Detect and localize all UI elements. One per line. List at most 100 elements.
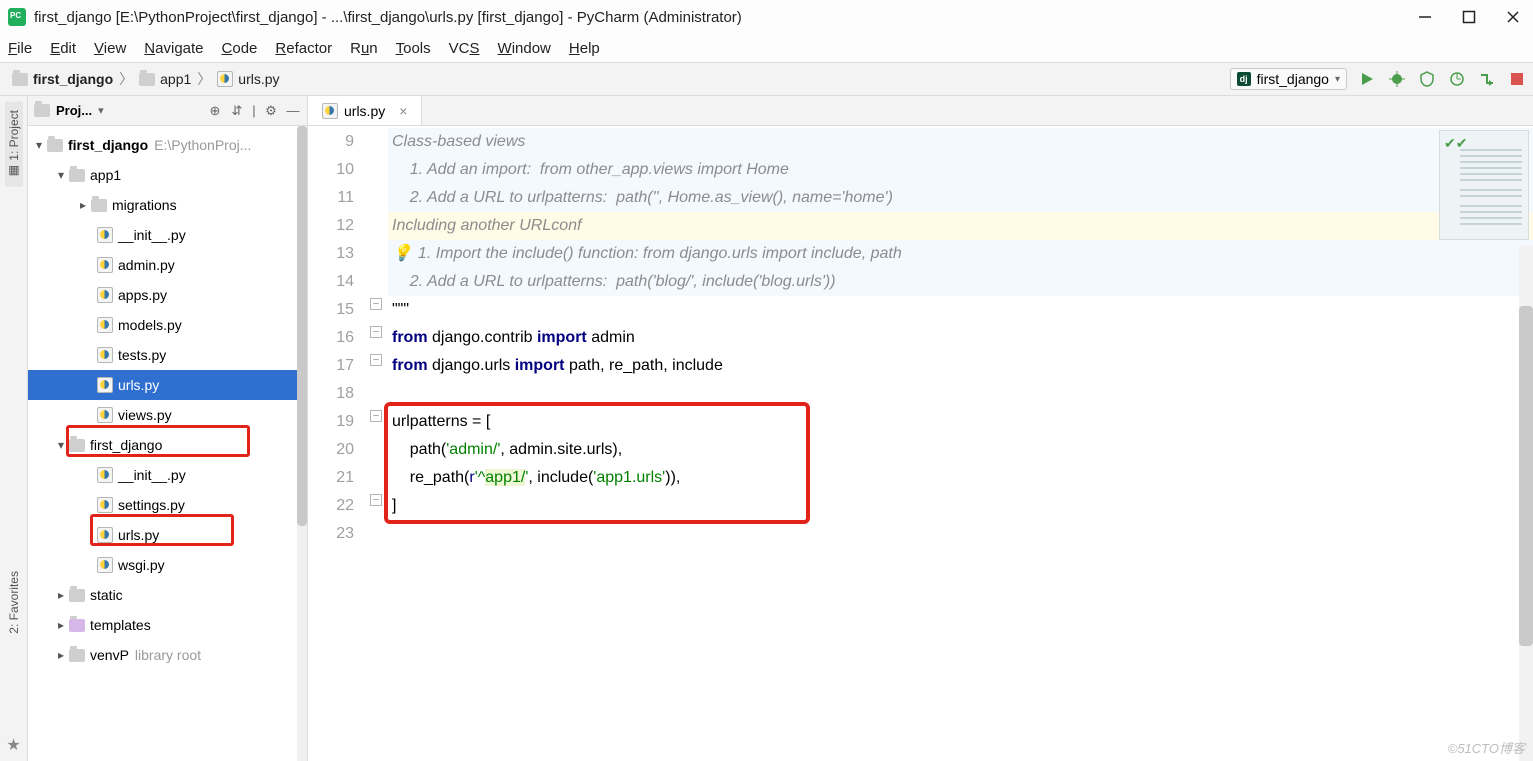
fold-icon[interactable]: – [370, 410, 382, 422]
menu-window[interactable]: Window [498, 40, 551, 57]
tree-static[interactable]: ▸static [28, 580, 307, 610]
pycharm-icon [8, 8, 26, 26]
attach-button[interactable] [1477, 69, 1497, 89]
tree-root[interactable]: ▾first_djangoE:\PythonProj... [28, 130, 307, 160]
chevron-down-icon[interactable]: ▾ [98, 104, 104, 117]
rail-favorites[interactable]: 2: Favorites [5, 563, 23, 642]
run-button[interactable] [1357, 69, 1377, 89]
menu-code[interactable]: Code [222, 40, 258, 57]
folder-icon [69, 589, 85, 602]
code-line [388, 380, 1533, 408]
fold-icon[interactable]: – [370, 354, 382, 366]
debug-button[interactable] [1387, 69, 1407, 89]
crumb-app1[interactable]: app1 [139, 71, 191, 87]
maximize-button[interactable] [1461, 9, 1477, 25]
project-rail-icon: ▦ [7, 165, 21, 179]
tree-file[interactable]: tests.py [28, 340, 307, 370]
folder-icon [69, 649, 85, 662]
code-line: Including another URLconf [388, 212, 1533, 240]
menu-navigate[interactable]: Navigate [144, 40, 203, 57]
bulb-icon[interactable]: 💡 [392, 245, 412, 262]
expand-icon[interactable]: ⇵ [229, 103, 245, 119]
tree-file[interactable]: views.py [28, 400, 307, 430]
tree-file[interactable]: admin.py [28, 250, 307, 280]
menu-tools[interactable]: Tools [396, 40, 431, 57]
fold-column: – – – – – [368, 126, 388, 761]
stop-button[interactable] [1507, 69, 1527, 89]
tree-templates[interactable]: ▸templates [28, 610, 307, 640]
folder-icon [47, 139, 63, 152]
folder-icon [12, 73, 28, 86]
crumb-file[interactable]: urls.py [217, 71, 279, 87]
project-header: Proj... ▾ ⊕ ⇵ | ⚙ — [28, 96, 307, 126]
folder-icon [139, 73, 155, 86]
chevron-right-icon: 〉 [117, 69, 135, 89]
tree-file[interactable]: models.py [28, 310, 307, 340]
scroll-thumb[interactable] [1519, 306, 1533, 646]
python-file-icon [97, 497, 113, 513]
fold-icon[interactable]: – [370, 298, 382, 310]
menu-edit[interactable]: Edit [50, 40, 76, 57]
tree-venv[interactable]: ▸venvPlibrary root [28, 640, 307, 670]
python-file-icon [97, 317, 113, 333]
menu-help[interactable]: Help [569, 40, 600, 57]
tree-file[interactable]: wsgi.py [28, 550, 307, 580]
fold-icon[interactable]: – [370, 326, 382, 338]
python-file-icon [97, 527, 113, 543]
code-line: 💡1. Import the include() function: from … [388, 240, 1533, 268]
menu-file[interactable]: File [8, 40, 32, 57]
profile-button[interactable] [1447, 69, 1467, 89]
menu-view[interactable]: View [94, 40, 126, 57]
folder-icon [91, 199, 107, 212]
gear-icon[interactable]: ⚙ [263, 103, 279, 119]
folder-icon [69, 169, 85, 182]
minimize-button[interactable] [1417, 9, 1433, 25]
folder-icon [69, 439, 85, 452]
code-line: Class-based views [388, 128, 1533, 156]
navigation-bar: first_django 〉 app1 〉 urls.py dj first_d… [0, 62, 1533, 96]
python-file-icon [97, 287, 113, 303]
minimap[interactable]: ✔✔ [1439, 130, 1529, 240]
coverage-button[interactable] [1417, 69, 1437, 89]
code-body[interactable]: Class-based views 1. Add an import: from… [388, 126, 1533, 761]
collapse-icon[interactable]: — [285, 103, 301, 119]
locate-icon[interactable]: ⊕ [207, 103, 223, 119]
tree-file[interactable]: __init__.py [28, 220, 307, 250]
code-line: path('admin/', admin.site.urls), [388, 436, 1533, 464]
code-line: ] [388, 492, 1533, 520]
tree-file[interactable]: settings.py [28, 490, 307, 520]
project-tool-window: Proj... ▾ ⊕ ⇵ | ⚙ — ▾first_djangoE:\Pyth… [28, 96, 308, 761]
project-title: Proj... [56, 103, 92, 118]
tree-migrations[interactable]: ▸migrations [28, 190, 307, 220]
editor-tabs: urls.py × [308, 96, 1533, 126]
fold-icon[interactable]: – [370, 494, 382, 506]
rail-label: 2: Favorites [7, 571, 21, 634]
tree-file[interactable]: apps.py [28, 280, 307, 310]
rail-project[interactable]: ▦ 1: Project [5, 102, 23, 187]
tree-first-django[interactable]: ▾first_django [28, 430, 307, 460]
close-tab-icon[interactable]: × [399, 103, 407, 119]
tree-file-selected[interactable]: urls.py [28, 370, 307, 400]
code-line: 2. Add a URL to urlpatterns: path('', Ho… [388, 184, 1533, 212]
tree-file[interactable]: __init__.py [28, 460, 307, 490]
menu-refactor[interactable]: Refactor [275, 40, 332, 57]
python-file-icon [97, 407, 113, 423]
code-editor[interactable]: 91011 121314 151617 181920 212223 – – – … [308, 126, 1533, 761]
run-config-selector[interactable]: dj first_django ▾ [1230, 68, 1347, 90]
close-button[interactable] [1505, 9, 1521, 25]
python-file-icon [97, 257, 113, 273]
crumb-root[interactable]: first_django [12, 71, 113, 87]
scroll-thumb[interactable] [297, 126, 307, 526]
project-tree[interactable]: ▾first_djangoE:\PythonProj... ▾app1 ▸mig… [28, 126, 307, 761]
editor-scrollbar[interactable] [1519, 246, 1533, 761]
run-config-label: first_django [1257, 71, 1329, 87]
tree-app1[interactable]: ▾app1 [28, 160, 307, 190]
tree-file[interactable]: urls.py [28, 520, 307, 550]
menu-vcs[interactable]: VCS [449, 40, 480, 57]
code-line: 2. Add a URL to urlpatterns: path('blog/… [388, 268, 1533, 296]
code-line: 1. Add an import: from other_app.views i… [388, 156, 1533, 184]
tree-scrollbar[interactable] [297, 126, 307, 761]
tab-urls[interactable]: urls.py × [308, 96, 422, 125]
menu-run[interactable]: Run [350, 40, 378, 57]
code-line: """ [388, 296, 1533, 324]
